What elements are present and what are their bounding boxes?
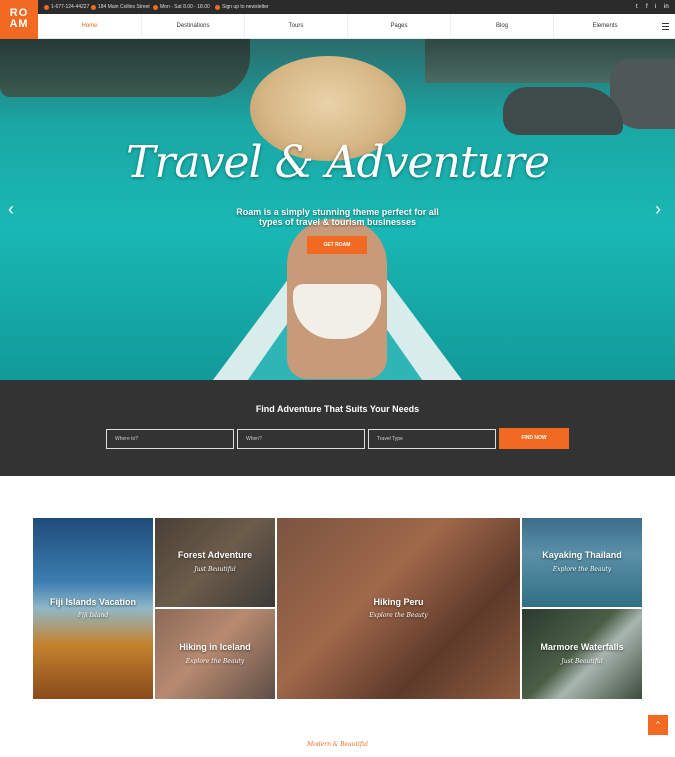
section-tagline: Modern & Beautiful	[307, 741, 368, 748]
mail-icon	[215, 4, 220, 10]
instagram-icon[interactable]: i	[655, 3, 656, 11]
twitter-icon[interactable]: t	[636, 3, 638, 11]
linkedin-icon[interactable]: in	[664, 3, 669, 11]
tile-title: Hiking in Iceland	[179, 642, 251, 652]
roam-logo[interactable]: RO AM	[0, 0, 38, 39]
tile-subtitle: Explore the Beauty	[369, 612, 428, 619]
address-info: 184 Main Collins Street	[91, 3, 150, 11]
nav-home[interactable]: Home	[38, 14, 141, 39]
where-input[interactable]: Where to?	[106, 429, 234, 449]
slider-next-icon[interactable]: ›	[655, 200, 661, 218]
nav-blog[interactable]: Blog	[450, 14, 553, 39]
search-section: Find Adventure That Suits Your Needs Whe…	[0, 380, 675, 476]
hero-title: Travel & Adventure	[126, 137, 550, 188]
hamburger-menu-icon[interactable]	[662, 23, 669, 32]
get-roam-button[interactable]: GET ROAM	[307, 236, 367, 254]
nav-elements[interactable]: Elements	[553, 14, 656, 39]
hero-slider: Travel & Adventure Roam is a simply stun…	[0, 39, 675, 380]
nav-destinations[interactable]: Destinations	[141, 14, 244, 39]
phone-icon	[44, 4, 49, 10]
newsletter-link[interactable]: Sign up to newsletter	[215, 3, 269, 11]
tile-subtitle: Just Beautiful	[561, 658, 603, 665]
tile-iceland[interactable]: Hiking in Iceland Explore the Beauty	[155, 609, 275, 699]
tile-peru[interactable]: Hiking Peru Explore the Beauty	[277, 518, 520, 699]
travel-type-select[interactable]: Travel Type	[368, 429, 496, 449]
tile-subtitle: Fiji Island	[77, 612, 109, 619]
tile-title: Hiking Peru	[373, 597, 424, 607]
find-now-button[interactable]: FIND NOW	[499, 428, 569, 449]
phone-info[interactable]: 1-677-124-44227	[44, 3, 89, 11]
when-input[interactable]: When?	[237, 429, 365, 449]
location-icon	[91, 4, 96, 10]
nav-tours[interactable]: Tours	[244, 14, 347, 39]
hours-info: Mon - Sat 8.00 - 18.00	[153, 3, 210, 11]
tile-title: Kayaking Thailand	[542, 550, 622, 560]
tile-subtitle: Explore the Beauty	[185, 658, 245, 665]
hero-subtitle: Roam is a simply stunning theme perfect …	[236, 207, 439, 227]
top-bar: 1-677-124-44227 184 Main Collins Street …	[0, 0, 675, 14]
hero-scenery	[0, 39, 250, 97]
tile-fiji[interactable]: Fiji Islands Vacation Fiji Island	[33, 518, 153, 699]
tile-subtitle: Just Beautiful	[194, 566, 236, 573]
tile-marmore[interactable]: Marmore Waterfalls Just Beautiful	[522, 609, 642, 699]
tile-subtitle: Explore the Beauty	[552, 566, 612, 573]
slider-prev-icon[interactable]: ‹	[8, 200, 14, 218]
nav-pages[interactable]: Pages	[347, 14, 450, 39]
clock-icon	[153, 4, 158, 10]
tile-kayaking[interactable]: Kayaking Thailand Explore the Beauty	[522, 518, 642, 607]
main-nav: Home Destinations Tours Pages Blog Eleme…	[0, 14, 675, 39]
tile-title: Forest Adventure	[177, 550, 253, 560]
back-to-top-button[interactable]: ^	[648, 715, 668, 735]
tile-forest[interactable]: Forest Adventure Just Beautiful	[155, 518, 275, 607]
search-title: Find Adventure That Suits Your Needs	[255, 404, 420, 414]
tile-title: Fiji Islands Vacation	[49, 597, 137, 607]
facebook-icon[interactable]: f	[646, 3, 648, 11]
tile-title: Marmore Waterfalls	[540, 642, 624, 652]
